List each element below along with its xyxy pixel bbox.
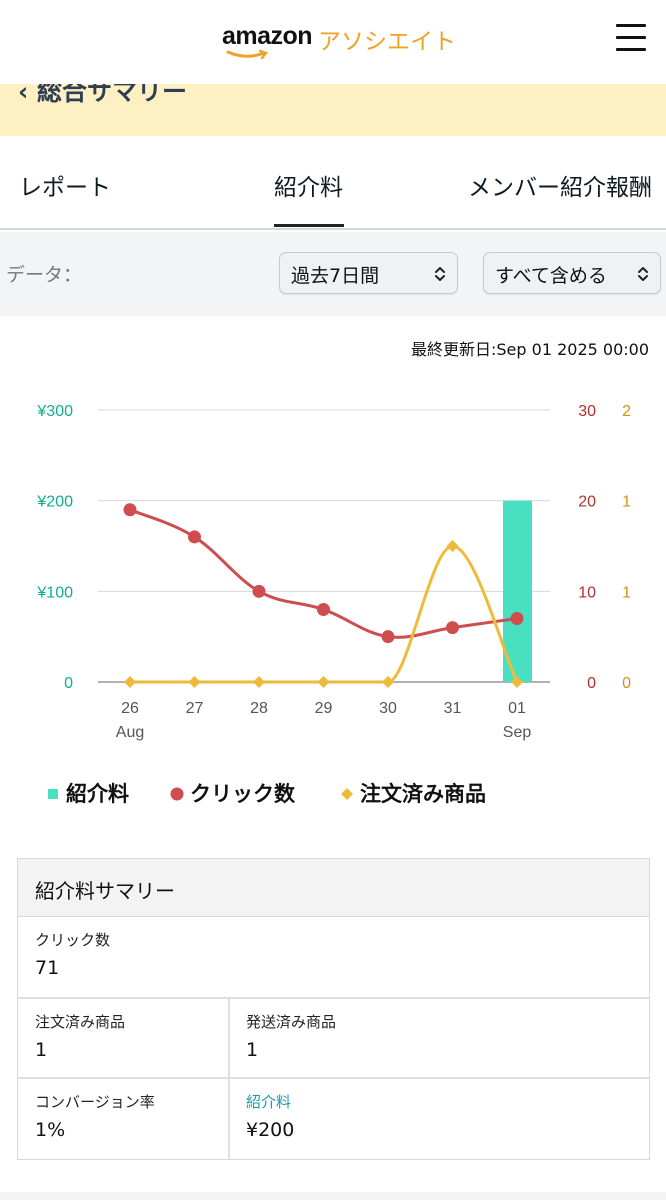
- x-tick-label: 29: [315, 700, 333, 717]
- summary-banner: ‹ 総合サマリー: [0, 84, 666, 136]
- referral-fee-chart: ¥300 30 2¥200 20 1¥100 10 10 0 026Aug27 28 29 30 31 0…: [36, 403, 631, 741]
- active-tab-indicator: [274, 224, 344, 227]
- y-right-orders-tick-label: 1: [622, 494, 631, 511]
- x-tick-sublabel: Sep: [503, 724, 532, 741]
- tab-report[interactable]: レポート: [19, 168, 111, 202]
- y-right-orders-tick-label: 0: [622, 675, 631, 692]
- summary-header: 紹介料サマリー: [18, 859, 649, 917]
- clicks-point: [317, 602, 330, 616]
- orders-point: [382, 676, 394, 688]
- legend-label-orders[interactable]: 注文済み商品: [360, 778, 486, 808]
- conversion-rate-value: 1%: [35, 1119, 66, 1141]
- summary-row-conversion: コンバージョン率 1% 紹介料 ¥200: [18, 1077, 649, 1159]
- logo-associates-text: アソシエイト: [318, 29, 456, 55]
- orders-point: [253, 676, 265, 688]
- x-tick-label: 27: [186, 700, 204, 717]
- top-bar: amazon アソシエイト: [0, 0, 666, 84]
- orders-point: [446, 540, 459, 552]
- clicks-line: [129, 508, 518, 639]
- scope-select[interactable]: すべて含める: [483, 252, 661, 294]
- up-down-chevron-icon: [435, 267, 445, 281]
- summary-cell-clicks: クリック数 71: [18, 917, 649, 997]
- legend-square-icon: [48, 789, 58, 799]
- y-right-clicks-tick-label: 10: [578, 584, 596, 601]
- filter-bar: データ： 過去7日間 すべて含める: [0, 232, 666, 316]
- referral-fee-value: ¥200: [246, 1119, 295, 1141]
- clicks-value: 71: [35, 957, 60, 979]
- ordered-items-value: 1: [35, 1039, 48, 1061]
- period-select[interactable]: 過去7日間: [279, 252, 458, 294]
- clicks-point: [188, 530, 201, 544]
- y-left-tick-label: ¥200: [36, 494, 73, 511]
- y-left-tick-label: ¥100: [36, 584, 73, 601]
- shipped-items-value: 1: [246, 1039, 259, 1061]
- orders-point: [124, 676, 136, 688]
- y-right-clicks-tick-label: 0: [587, 675, 596, 692]
- y-left-tick-label: ¥300: [36, 403, 73, 420]
- period-select-value: 過去7日間: [291, 265, 380, 287]
- summary-row-orders: 注文済み商品 1 発送済み商品 1: [18, 997, 649, 1077]
- orders-point: [317, 676, 330, 688]
- hamburger-menu-icon[interactable]: [614, 22, 650, 54]
- y-left-tick-label: 0: [64, 675, 73, 692]
- legend-diamond-icon: [341, 788, 353, 800]
- legend-circle-icon: [170, 787, 184, 801]
- x-tick-sublabel: Aug: [116, 724, 144, 741]
- x-tick-label: 30: [379, 700, 397, 717]
- x-tick-label: 26: [121, 700, 139, 717]
- logo-smile-icon: [226, 50, 269, 60]
- y-right-orders-tick-label: 2: [622, 403, 631, 420]
- clicks-label: クリック数: [35, 931, 111, 949]
- x-tick-label: 01: [508, 700, 526, 717]
- legend-label-fee[interactable]: 紹介料: [66, 778, 129, 808]
- y-right-clicks-tick-label: 30: [578, 403, 596, 420]
- tab-member-referral[interactable]: メンバー紹介報酬: [468, 168, 652, 202]
- clicks-point: [252, 584, 266, 598]
- summary-title: 紹介料サマリー: [35, 879, 175, 903]
- shipped-items-label: 発送済み商品: [246, 1013, 337, 1031]
- tab-referral-fee[interactable]: 紹介料: [274, 168, 343, 202]
- clicks-point: [123, 503, 137, 517]
- conversion-rate-label: コンバージョン率: [35, 1093, 155, 1111]
- column-divider: [228, 999, 230, 1159]
- clicks-point: [510, 612, 524, 626]
- orders-point: [188, 676, 201, 688]
- fee-summary-table: 紹介料サマリー クリック数 71 注文済み商品 1 発送済み商品 1 コンバージ…: [17, 858, 650, 1160]
- data-filter-label: データ：: [6, 264, 83, 286]
- x-tick-label: 31: [444, 700, 462, 717]
- up-down-chevron-icon: [638, 267, 648, 281]
- referral-fee-link[interactable]: 紹介料: [246, 1091, 291, 1112]
- scope-select-value: すべて含める: [495, 265, 607, 287]
- back-to-summary-link[interactable]: ‹ 総合サマリー: [18, 84, 187, 108]
- logo-amazon-text: amazon: [222, 22, 313, 50]
- clicks-point: [381, 630, 395, 644]
- legend-label-clicks[interactable]: クリック数: [190, 778, 295, 808]
- footer-band: [0, 1192, 666, 1200]
- clicks-point: [446, 621, 459, 635]
- x-tick-label: 28: [250, 700, 268, 717]
- report-tabs: レポート 紹介料 メンバー紹介報酬: [0, 136, 666, 230]
- ordered-items-label: 注文済み商品: [35, 1013, 126, 1031]
- y-right-orders-tick-label: 1: [622, 584, 631, 601]
- last-updated-text: 最終更新日:Sep 01 2025 00:00: [411, 340, 649, 359]
- y-right-clicks-tick-label: 20: [578, 494, 596, 511]
